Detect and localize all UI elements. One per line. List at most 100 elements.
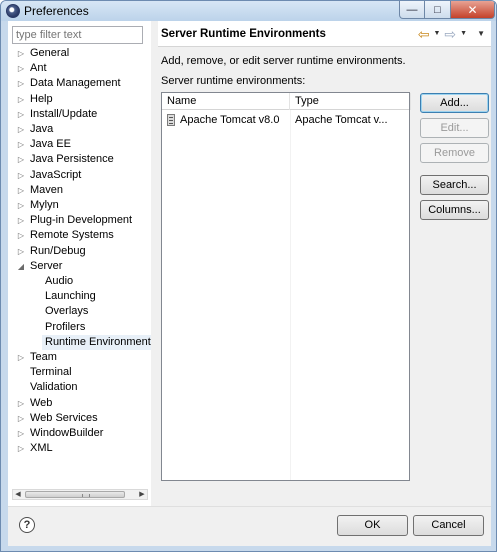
tree-item-label: Launching <box>45 290 96 303</box>
eclipse-app-icon <box>6 4 20 18</box>
edit-button[interactable]: Edit... <box>420 118 489 138</box>
tree-item[interactable]: ▷ Team <box>8 350 151 365</box>
tree-collapsed-chevron-icon[interactable]: ▷ <box>16 92 26 107</box>
close-button[interactable]: ✕ <box>451 1 495 19</box>
tree-collapsed-chevron-icon[interactable]: ▷ <box>16 396 26 411</box>
tree-collapsed-chevron-icon[interactable]: ▷ <box>16 168 26 183</box>
add-button[interactable]: Add... <box>420 93 489 113</box>
tree-collapsed-chevron-icon[interactable]: ▷ <box>16 411 26 426</box>
tree-item[interactable]: ▷ Web <box>8 396 151 411</box>
tree-item[interactable]: ▷ Maven <box>8 183 151 198</box>
maximize-icon: □ <box>434 3 441 16</box>
tree-item[interactable]: ◢ Server <box>8 259 151 274</box>
tree-collapsed-chevron-icon[interactable]: ▷ <box>16 350 26 365</box>
help-icon[interactable]: ? <box>19 517 35 533</box>
tree-item[interactable]: ▷ General <box>8 46 151 61</box>
tree-item[interactable]: ▷ Java Persistence <box>8 152 151 167</box>
tree-item[interactable]: Validation <box>8 380 151 395</box>
tree-horizontal-scrollbar[interactable]: ◀ ▶ <box>12 489 148 500</box>
back-arrow-icon[interactable]: ⇦ <box>418 27 430 41</box>
tree-item[interactable]: ▷ Plug-in Development <box>8 213 151 228</box>
preference-tree-pane: ▷ General ▷ Ant ▷ Data Management ▷ Help ▷ Instal… <box>8 21 151 506</box>
columns-button[interactable]: Columns... <box>420 200 489 220</box>
tree-item[interactable]: ▷ Run/Debug <box>8 244 151 259</box>
tree-item[interactable]: ▷ Java <box>8 122 151 137</box>
tree-collapsed-chevron-icon[interactable]: ▷ <box>16 441 26 456</box>
tree-collapsed-chevron-icon[interactable]: ▷ <box>16 198 26 213</box>
tree-item[interactable]: ▷ Java EE <box>8 137 151 152</box>
tree-item-label: Audio <box>45 275 74 287</box>
tree-collapsed-chevron-icon[interactable]: ▷ <box>16 76 26 91</box>
tree-item-label: Java <box>30 123 54 135</box>
tree-item[interactable]: Audio <box>42 274 151 289</box>
table-row[interactable]: Apache Tomcat v8.0 Apache Tomcat v... <box>162 112 409 128</box>
view-menu-chevron-down-icon[interactable]: ▼ <box>477 27 485 41</box>
filter-input[interactable] <box>13 27 142 43</box>
tree-item[interactable]: ▷ JavaScript <box>8 168 151 183</box>
maximize-button[interactable]: □ <box>425 1 451 19</box>
tree-item-label: Server <box>30 259 63 272</box>
tree-collapsed-chevron-icon[interactable]: ▷ <box>16 152 26 167</box>
tree-collapsed-chevron-icon[interactable]: ▷ <box>16 61 26 76</box>
runtime-name-cell: Apache Tomcat v8.0 <box>180 114 280 126</box>
tree-item-label: Profilers <box>45 320 86 333</box>
tree-item[interactable]: Profilers <box>42 320 151 335</box>
scroll-right-icon[interactable]: ▶ <box>137 490 147 499</box>
tree-item[interactable]: Terminal <box>8 365 151 380</box>
tree-item[interactable]: ▷ Web Services <box>8 411 151 426</box>
tree-item-label: Data Management <box>30 77 121 90</box>
tree-item[interactable]: ▷ Mylyn <box>8 198 151 213</box>
tree-collapsed-chevron-icon[interactable]: ▷ <box>16 426 26 441</box>
forward-arrow-icon[interactable]: ⇨ <box>444 27 456 41</box>
tree-collapsed-chevron-icon[interactable]: ▷ <box>16 46 26 61</box>
tree-item[interactable]: ▷ XML <box>8 441 151 456</box>
title-bar[interactable]: Preferences — □ ✕ <box>1 1 496 21</box>
back-history-dropdown-icon[interactable]: ▼ <box>433 27 440 41</box>
tree-item[interactable]: Runtime Environment <box>42 334 151 350</box>
scroll-left-icon[interactable]: ◀ <box>13 490 23 499</box>
tree-collapsed-chevron-icon[interactable]: ▷ <box>16 228 26 243</box>
tree-item[interactable]: ▷ Help <box>8 92 151 107</box>
tree-item-label: JavaScript <box>30 168 82 181</box>
remove-button[interactable]: Remove <box>420 143 489 163</box>
tree-collapsed-chevron-icon[interactable]: ▷ <box>16 244 26 259</box>
tree-item-label: Ant <box>30 62 47 75</box>
tree-collapsed-chevron-icon[interactable]: ▷ <box>16 213 26 228</box>
pane-sash[interactable] <box>151 21 158 506</box>
minimize-button[interactable]: — <box>399 1 425 19</box>
tree-collapsed-chevron-icon[interactable]: ▷ <box>16 122 26 137</box>
forward-history-dropdown-icon[interactable]: ▼ <box>460 27 467 41</box>
tree-item-label: Validation <box>30 381 78 394</box>
tree-item[interactable]: Overlays <box>42 304 151 319</box>
table-header: Name Type <box>162 93 411 110</box>
server-icon <box>167 114 175 126</box>
tree-collapsed-chevron-icon[interactable]: ▷ <box>16 137 26 152</box>
tree-item-label: WindowBuilder <box>30 427 104 439</box>
runtime-table[interactable]: Name Type Apache Tomcat v8.0 Apache Tomc… <box>161 92 411 481</box>
tree-item-label: Java EE <box>30 138 71 151</box>
tree-expanded-chevron-icon[interactable]: ◢ <box>16 259 26 274</box>
tree-item-label: Java Persistence <box>30 153 114 166</box>
scrollbar-thumb[interactable] <box>25 491 125 498</box>
tree-item-label: Team <box>30 351 57 363</box>
search-button[interactable]: Search... <box>420 175 489 195</box>
filter-field[interactable] <box>12 26 143 44</box>
column-header-name[interactable]: Name <box>162 93 290 110</box>
page-navigation: ⇦ ▼ ⇨ ▼ ▼ <box>418 27 485 41</box>
tree-item[interactable]: ▷ Data Management <box>8 76 151 91</box>
tree-item[interactable]: ▷ Ant <box>8 61 151 76</box>
dialog-client-area: ▷ General ▷ Ant ▷ Data Management ▷ Help ▷ Instal… <box>8 21 491 546</box>
cancel-button[interactable]: Cancel <box>413 515 484 536</box>
tree-collapsed-chevron-icon[interactable]: ▷ <box>16 183 26 198</box>
tree-item[interactable]: Launching <box>42 289 151 304</box>
runtime-type-cell: Apache Tomcat v... <box>295 114 388 126</box>
tree-item[interactable]: ▷ Remote Systems <box>8 228 151 243</box>
column-header-type[interactable]: Type <box>290 93 411 110</box>
tree-item[interactable]: ▷ Install/Update <box>8 107 151 122</box>
tree-item[interactable]: ▷ WindowBuilder <box>8 426 151 441</box>
tree-item-label: Web Services <box>30 411 98 424</box>
ok-button[interactable]: OK <box>337 515 408 536</box>
tree-collapsed-chevron-icon[interactable]: ▷ <box>16 107 26 122</box>
tree-item-label: XML <box>30 442 53 455</box>
tree-item-label: Terminal <box>30 366 72 379</box>
